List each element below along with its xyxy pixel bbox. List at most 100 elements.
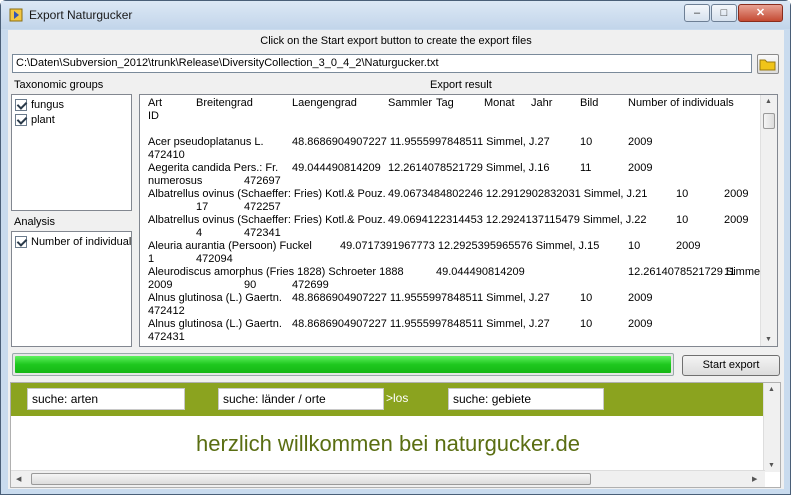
result-cell: 2009 <box>628 136 653 148</box>
column-header: Monat <box>484 97 515 109</box>
progress-fill <box>15 356 671 373</box>
result-cell: 49.044490814209 <box>292 162 381 174</box>
export-window: Export Naturgucker – □ ✕ Click on the St… <box>0 0 791 495</box>
path-field[interactable]: C:\Daten\Subversion_2012\trunk\Release\D… <box>12 54 752 73</box>
result-cell: 49.0694122314453 12.2924137115479 Simmel… <box>388 214 647 226</box>
scroll-up-icon[interactable]: ▲ <box>768 386 775 393</box>
result-cell: 11 <box>724 266 736 278</box>
result-cell: 10 <box>580 318 593 330</box>
search-arten-input[interactable]: suche: arten <box>27 388 185 410</box>
result-cell: 2009 <box>724 214 749 226</box>
scroll-thumb[interactable] <box>763 113 775 129</box>
result-cell: Albatrellus ovinus (Schaeffer: Fries) Ko… <box>148 214 386 226</box>
maximize-button[interactable]: □ <box>711 4 737 22</box>
checkbox-checked-icon <box>15 235 27 248</box>
export-progress-bar <box>12 353 674 376</box>
checkbox-checked-icon <box>15 113 27 126</box>
result-cell: 10 <box>580 136 593 148</box>
web-horizontal-scrollbar[interactable]: ◀ ▶ <box>11 470 765 487</box>
result-cell: 472341 <box>244 227 281 239</box>
result-cell: 12.2614078521729 Simmel, J.16 <box>388 162 550 174</box>
search-laender-input[interactable]: suche: länder / orte <box>218 388 384 410</box>
column-header: Jahr <box>531 97 553 109</box>
result-cell: 10 <box>676 188 689 200</box>
result-cell: 2009 <box>676 240 701 252</box>
horizontal-scroll-thumb[interactable] <box>31 473 591 485</box>
scroll-left-icon[interactable]: ◀ <box>16 475 21 483</box>
close-button[interactable]: ✕ <box>738 4 783 22</box>
result-cell: Acer pseudoplatanus L. <box>148 136 264 148</box>
scroll-up-icon[interactable]: ▲ <box>765 98 772 105</box>
result-cell: 10 <box>580 292 593 304</box>
result-cell: 2009 <box>628 318 653 330</box>
web-browser-panel: suche: arten suche: länder / orte >los s… <box>10 382 781 488</box>
result-cell: 48.8686904907227 11.9555997848511 Simmel… <box>292 318 550 330</box>
taxonomic-groups-list: fungus plant <box>11 94 132 211</box>
result-cell: 11 <box>580 162 592 174</box>
result-cell: Aleuria aurantia (Persoon) Fuckel <box>148 240 312 252</box>
search-bar: suche: arten suche: länder / orte >los s… <box>11 383 765 416</box>
result-cell: ID <box>148 110 159 122</box>
column-header: Number of individuals <box>628 97 734 109</box>
result-cell: Alnus glutinosa (L.) Gaertn. <box>148 292 282 304</box>
column-header: Laengengrad <box>292 97 357 109</box>
taxonomic-groups-label: Taxonomic groups <box>14 79 104 91</box>
checkbox-checked-icon <box>15 98 27 111</box>
scroll-down-icon[interactable]: ▼ <box>765 336 772 343</box>
title-bar: Export Naturgucker – □ ✕ <box>1 1 790 29</box>
result-cell: 2009 <box>628 292 653 304</box>
result-cell: 472699 <box>292 279 329 291</box>
welcome-text: herzlich willkommen bei naturgucker.de <box>196 431 580 456</box>
folder-icon <box>759 59 776 71</box>
result-cell: 48.8686904907227 11.9555997848511 Simmel… <box>292 136 550 148</box>
column-header: Art <box>148 97 163 109</box>
column-header: Bild <box>580 97 599 109</box>
minimize-button[interactable]: – <box>684 4 710 22</box>
analysis-label: Analysis <box>14 216 55 228</box>
checkbox-fungus[interactable]: fungus <box>15 97 64 112</box>
column-header: Breitengrad <box>196 97 253 109</box>
result-cell: Aegerita candida Pers.: Fr. <box>148 162 279 174</box>
result-cell: 49.0717391967773 12.2925395965576 Simmel… <box>340 240 600 252</box>
column-header: Sammler <box>388 97 433 109</box>
result-cell: 472257 <box>244 201 281 213</box>
result-cell: 10 <box>676 214 689 226</box>
client-area: Click on the Start export button to crea… <box>8 30 784 489</box>
result-cell: 472431 <box>148 331 185 343</box>
app-icon <box>9 8 23 22</box>
instruction-text: Click on the Start export button to crea… <box>260 35 532 47</box>
start-export-button[interactable]: Start export <box>682 355 780 376</box>
search-gebiete-input[interactable]: suche: gebiete <box>448 388 604 410</box>
result-cell: numerosus <box>148 175 203 187</box>
analysis-list: Number of individuals <box>11 231 132 347</box>
result-cell: Alnus glutinosa (L.) Gaertn. <box>148 318 282 330</box>
result-cell: 12.2614078521729 Simmel, J.16 <box>628 266 778 278</box>
result-cell: 4 <box>196 227 203 239</box>
result-cell: 472697 <box>244 175 281 187</box>
checkbox-number-of-individuals[interactable]: Number of individuals <box>15 234 131 249</box>
result-cell: 2009 <box>148 279 173 291</box>
result-cell: 472412 <box>148 305 185 317</box>
result-cell: 472094 <box>196 253 233 265</box>
result-cell: Albatrellus ovinus (Schaeffer: Fries) Ko… <box>148 188 386 200</box>
export-result-label: Export result <box>430 79 492 91</box>
browse-folder-button[interactable] <box>757 54 779 74</box>
scroll-down-icon[interactable]: ▼ <box>768 462 775 469</box>
column-header: Tag <box>436 97 454 109</box>
scroll-right-icon[interactable]: ▶ <box>752 475 757 483</box>
result-cell: 90 <box>244 279 257 291</box>
search-go-link[interactable]: >los <box>386 391 408 405</box>
result-cell: 10 <box>628 240 641 252</box>
result-cell: 1 <box>148 253 155 265</box>
web-vertical-scrollbar[interactable]: ▲ ▼ <box>763 383 780 472</box>
result-cell: 49.044490814209 <box>436 266 525 278</box>
export-result-textbox[interactable]: Art Breitengrad Laengengrad Sammler Tag Monat… <box>139 94 778 347</box>
result-cell: 472410 <box>148 149 185 161</box>
result-cell: 49.0673484802246 12.2912902832031 Simmel… <box>388 188 648 200</box>
result-cell: Aleurodiscus amorphus (Fries 1828) Schro… <box>148 266 404 278</box>
checkbox-plant[interactable]: plant <box>15 112 55 127</box>
window-title: Export Naturgucker <box>29 8 133 22</box>
result-vertical-scrollbar[interactable]: ▲ ▼ <box>760 95 777 346</box>
result-cell: 48.8686904907227 11.9555997848511 Simmel… <box>292 292 550 304</box>
result-cell: 2009 <box>628 162 653 174</box>
